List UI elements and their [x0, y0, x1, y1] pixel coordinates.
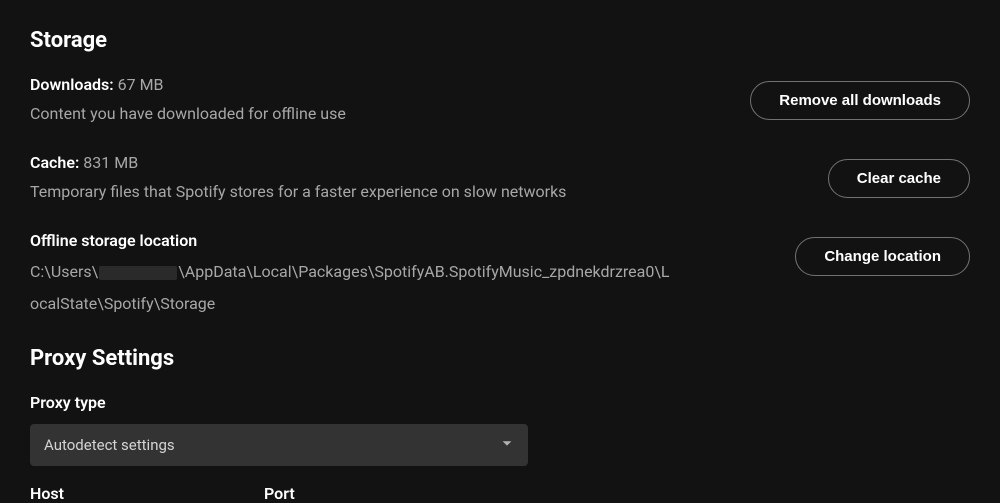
change-location-button[interactable]: Change location [795, 237, 970, 276]
cache-row: Cache: 831 MB Temporary files that Spoti… [30, 153, 970, 205]
cache-value: 831 MB [83, 153, 138, 172]
proxy-title: Proxy Settings [30, 346, 970, 371]
downloads-description: Content you have downloaded for offline … [30, 100, 670, 127]
offline-row: Offline storage location C:\Users\\AppDa… [30, 231, 970, 320]
redacted-user [99, 266, 177, 280]
offline-path-prefix: C:\Users\ [30, 262, 98, 281]
cache-description: Temporary files that Spotify stores for … [30, 178, 670, 205]
storage-title: Storage [30, 28, 970, 53]
downloads-label-line: Downloads: 67 MB [30, 75, 670, 94]
cache-label: Cache: [30, 153, 79, 172]
chevron-down-icon [500, 436, 514, 454]
clear-cache-button[interactable]: Clear cache [828, 159, 970, 198]
proxy-type-value: Autodetect settings [44, 436, 175, 454]
proxy-type-label: Proxy type [30, 393, 970, 412]
storage-section: Storage Downloads: 67 MB Content you hav… [30, 28, 970, 320]
downloads-value: 67 MB [118, 75, 164, 94]
downloads-row: Downloads: 67 MB Content you have downlo… [30, 75, 970, 127]
host-label: Host [30, 484, 64, 503]
downloads-label: Downloads: [30, 75, 114, 94]
cache-label-line: Cache: 831 MB [30, 153, 670, 172]
proxy-type-select[interactable]: Autodetect settings [30, 424, 528, 466]
port-label: Port [264, 484, 295, 503]
offline-path: C:\Users\\AppData\Local\Packages\Spotify… [30, 256, 670, 320]
remove-all-downloads-button[interactable]: Remove all downloads [750, 81, 970, 120]
proxy-section: Proxy Settings Proxy type Autodetect set… [30, 346, 970, 503]
offline-label: Offline storage location [30, 231, 670, 250]
